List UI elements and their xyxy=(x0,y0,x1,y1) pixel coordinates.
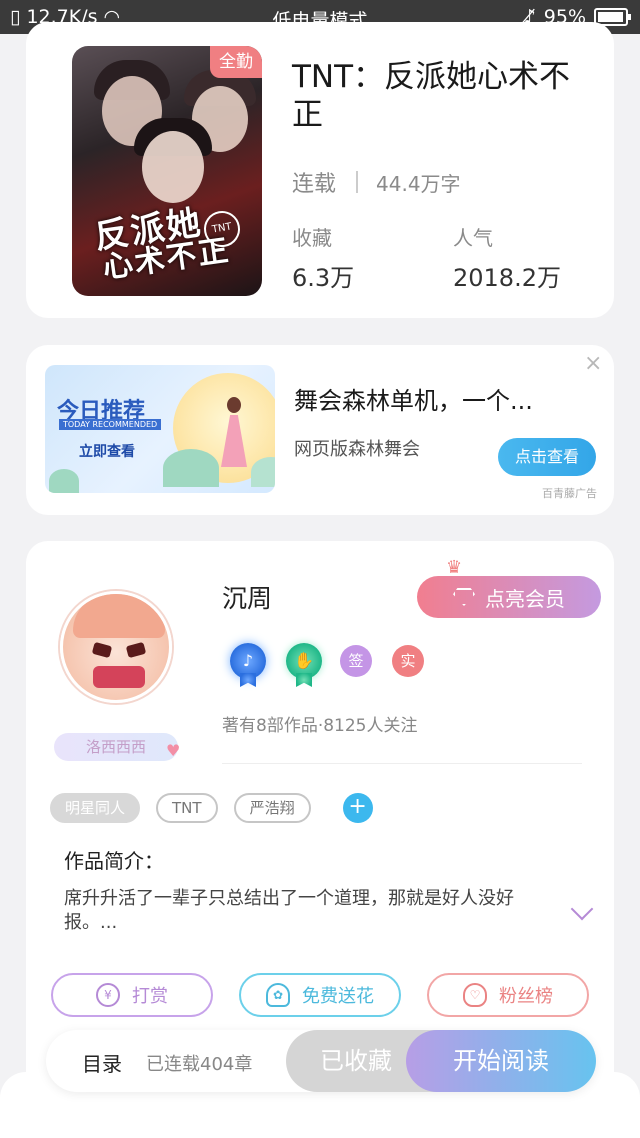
ad-banner-image[interactable]: 今日推荐 TODAY RECOMMENDED 立即查看 xyxy=(45,365,275,493)
music-medal-icon[interactable]: ♪ xyxy=(230,643,266,687)
add-tag-icon[interactable]: + xyxy=(342,793,373,823)
avatar-art xyxy=(125,641,147,659)
intro-label: 作品简介： xyxy=(64,849,164,873)
avatar-art xyxy=(91,641,113,659)
chevron-down-icon[interactable] xyxy=(570,897,594,921)
popularity-value: 2018.2万 xyxy=(453,264,561,292)
fans-ranking-label: 粉丝榜 xyxy=(499,986,553,1007)
serial-status: 连载 xyxy=(292,172,337,197)
cover-figure xyxy=(142,131,204,203)
bottom-action-bar: 目录 已连载404章 已收藏 开始阅读 xyxy=(46,1030,596,1092)
handshake-medal-icon[interactable]: ✋ xyxy=(286,643,322,687)
send-flower-label: 免费送花 xyxy=(302,986,374,1007)
status-divider xyxy=(356,171,359,193)
favorites-label: 收藏 xyxy=(292,226,332,250)
ad-description: 网页版森林舞会 xyxy=(294,439,420,460)
banner-bush-art xyxy=(49,469,79,493)
signed-badge[interactable]: 签 xyxy=(340,645,372,677)
ad-source-label: 百青藤广告 xyxy=(542,487,597,500)
banner-subtitle: TODAY RECOMMENDED xyxy=(59,419,162,430)
genre-tag[interactable]: 严浩翔 xyxy=(233,793,311,823)
chapter-count[interactable]: 已连载404章 xyxy=(146,1050,252,1076)
author-name[interactable]: 沉周 xyxy=(222,579,272,615)
genre-tag[interactable]: TNT xyxy=(156,793,218,823)
avatar-art xyxy=(73,594,165,638)
send-flower-button[interactable]: ✿ 免费送花 xyxy=(239,973,401,1017)
book-status-row: 连载 44.4万字 xyxy=(292,166,461,198)
banner-bush-art xyxy=(163,449,219,487)
tags-row: 明星同人 TNT 严浩翔 + xyxy=(50,793,373,823)
reward-label: 打赏 xyxy=(132,986,168,1007)
book-info-card: 反派她 心术不正 TNT 全勤 TNT：反派她心术不正 连载 44.4万字 收藏… xyxy=(26,22,614,318)
flower-icon: ✿ xyxy=(266,983,290,1007)
battery-fill xyxy=(598,12,623,22)
intro-text[interactable]: 席升升活了一辈子只总结出了一个道理，那就是好人没好报。... xyxy=(64,887,554,935)
start-reading-button[interactable]: 开始阅读 xyxy=(406,1030,596,1092)
heart-icon: ♥ xyxy=(166,741,181,760)
author-stats: 著有8部作品·8125人关注 xyxy=(222,716,418,736)
crown-icon: ♛ xyxy=(446,557,463,578)
favorites-value: 6.3万 xyxy=(292,264,355,292)
diamond-icon xyxy=(453,588,475,606)
full-attendance-badge: 全勤 xyxy=(210,46,262,78)
popularity-label: 人气 xyxy=(453,226,493,250)
ad-view-button[interactable]: 点击查看 xyxy=(498,438,596,476)
word-count: 44.4万字 xyxy=(376,171,461,196)
verified-badge[interactable]: 实 xyxy=(392,645,424,677)
banner-girl-art xyxy=(227,397,241,413)
fans-ranking-button[interactable]: ♡ 粉丝榜 xyxy=(427,973,589,1017)
close-icon[interactable]: × xyxy=(584,351,602,376)
ad-title: 舞会森林单机，一个... xyxy=(294,387,533,415)
banner-cta: 立即查看 xyxy=(79,444,135,460)
book-cover[interactable]: 反派她 心术不正 TNT xyxy=(72,46,262,296)
vip-button[interactable]: 点亮会员 xyxy=(417,576,601,618)
author-name-tag: 洛西西西 xyxy=(54,733,178,761)
genre-tag[interactable]: 明星同人 xyxy=(50,793,141,823)
avatar[interactable] xyxy=(60,591,172,703)
reward-button[interactable]: ¥ 打赏 xyxy=(51,973,213,1017)
author-card: 洛西西西 ♥ 沉周 ♛ 点亮会员 ♪ ✋ 签 实 著有8部作品·8125人关注 … xyxy=(26,541,614,1101)
banner-bush-art xyxy=(251,457,275,487)
divider xyxy=(222,763,582,764)
book-title: TNT：反派她心术不正 xyxy=(292,59,571,133)
catalog-button[interactable]: 目录 xyxy=(82,1048,122,1077)
vip-button-label: 点亮会员 xyxy=(485,586,565,611)
ad-card[interactable]: 今日推荐 TODAY RECOMMENDED 立即查看 舞会森林单机，一个...… xyxy=(26,345,614,515)
person-heart-icon: ♡ xyxy=(463,983,487,1007)
yen-icon: ¥ xyxy=(96,983,120,1007)
avatar-art xyxy=(93,666,145,688)
